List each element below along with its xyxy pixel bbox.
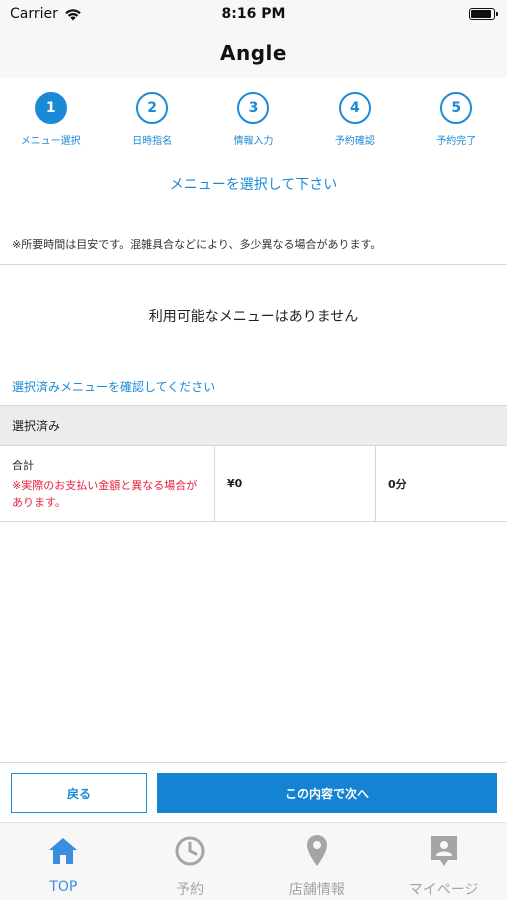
- tab-label: マイページ: [408, 882, 479, 898]
- step-number: 1: [34, 92, 67, 124]
- wifi-icon: [65, 8, 81, 20]
- price-warning: ※実際のお支払い金額と異なる場合があります。: [12, 478, 198, 509]
- total-label: 合計: [12, 458, 34, 472]
- selected-header: 選択済み: [0, 405, 507, 446]
- map-pin-icon: [299, 833, 335, 869]
- carrier-label: Carrier: [10, 6, 58, 22]
- status-left: Carrier: [10, 6, 82, 22]
- page-title: Angle: [220, 41, 287, 65]
- tab-label: 店舗情報: [288, 882, 345, 898]
- tab-mypage[interactable]: マイページ: [380, 823, 507, 900]
- tab-reservation[interactable]: 予約: [127, 823, 254, 900]
- section-title: メニューを選択して下さい: [169, 177, 338, 193]
- tab-bar: TOP 予約 店舗情報 マイページ: [0, 822, 507, 900]
- step-5: 5 予約完了: [411, 92, 501, 162]
- home-icon: [45, 833, 81, 869]
- total-duration: 0分: [388, 477, 407, 491]
- step-3: 3 情報入力: [208, 92, 298, 162]
- step-label: メニュー選択: [20, 136, 81, 147]
- tab-label: 予約: [176, 882, 205, 898]
- step-label: 予約完了: [436, 136, 477, 147]
- back-button[interactable]: 戻る: [11, 773, 147, 813]
- step-indicator: 1 メニュー選択 2 日時指名 3 情報入力 4 予約確認 5 予約完了: [0, 92, 507, 162]
- step-label: 情報入力: [233, 136, 274, 147]
- clock-icon: [172, 833, 208, 869]
- navigation-bar: Angle: [0, 28, 507, 78]
- tab-label: TOP: [49, 879, 78, 895]
- confirm-selected-link[interactable]: 選択済みメニューを確認してください: [12, 378, 215, 395]
- step-2: 2 日時指名: [107, 92, 197, 162]
- step-number: 5: [440, 92, 473, 124]
- total-row: 合計 ※実際のお支払い金額と異なる場合があります。 ¥0 0分: [0, 446, 507, 522]
- action-bar: 戻る この内容で次へ: [0, 762, 507, 822]
- step-number: 3: [237, 92, 270, 124]
- step-4: 4 予約確認: [310, 92, 400, 162]
- person-badge-icon: [426, 833, 462, 869]
- total-label-cell: 合計 ※実際のお支払い金額と異なる場合があります。: [0, 446, 215, 521]
- step-label: 日時指名: [132, 136, 173, 147]
- tab-store-info[interactable]: 店舗情報: [254, 823, 381, 900]
- duration-note: ※所要時間は目安です。混雑具合などにより、多少異なる場合があります。: [12, 238, 382, 251]
- step-label: 予約確認: [334, 136, 375, 147]
- total-price: ¥0: [215, 446, 376, 521]
- tab-top[interactable]: TOP: [0, 823, 127, 900]
- step-1: 1 メニュー選択: [6, 92, 96, 162]
- empty-menu-message: 利用可能なメニューはありません: [148, 309, 359, 325]
- status-bar: Carrier 8:16 PM: [0, 0, 507, 28]
- step-number: 4: [338, 92, 371, 124]
- step-number: 2: [136, 92, 169, 124]
- divider: [0, 264, 507, 265]
- battery-icon: [469, 8, 498, 20]
- next-button[interactable]: この内容で次へ: [157, 773, 497, 813]
